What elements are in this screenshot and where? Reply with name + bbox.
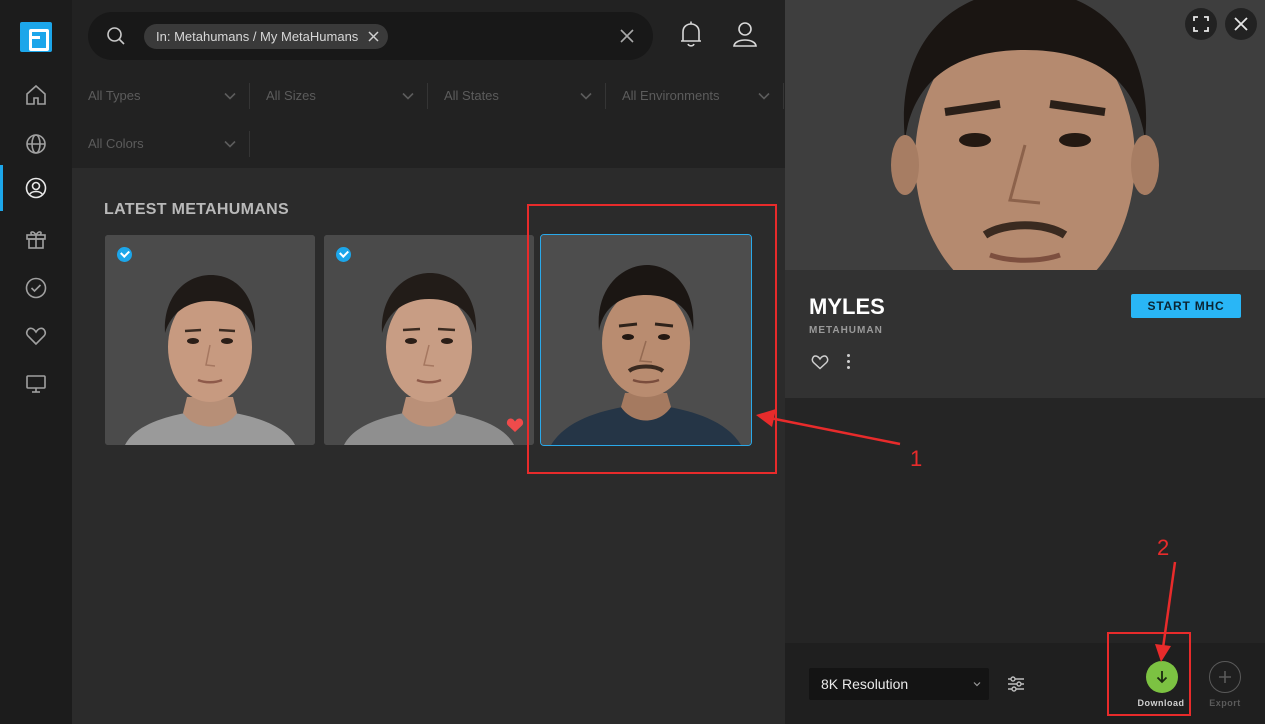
chevron-down-icon bbox=[224, 140, 236, 148]
metahuman-portrait bbox=[785, 0, 1265, 270]
chevron-down-icon bbox=[402, 92, 414, 100]
close-icon bbox=[1234, 17, 1248, 31]
export-button[interactable] bbox=[1209, 661, 1241, 693]
chevron-down-icon bbox=[973, 682, 981, 687]
heart-icon bbox=[25, 327, 47, 346]
check-circle-icon bbox=[25, 277, 47, 299]
metahuman-thumbnail bbox=[105, 235, 315, 445]
fullscreen-button[interactable] bbox=[1185, 8, 1217, 40]
filter-divider bbox=[605, 83, 606, 109]
filter-types-label: All Types bbox=[88, 88, 141, 103]
metahuman-name: MYLES bbox=[809, 294, 885, 319]
sidebar-item-desktop[interactable] bbox=[0, 361, 72, 407]
download-bar: 8K Resolution Download Export bbox=[785, 643, 1265, 724]
detail-panel: MYLES METAHUMAN START MHC 8K Resolution … bbox=[785, 0, 1265, 724]
filter-colors-label: All Colors bbox=[88, 136, 144, 151]
filter-types[interactable]: All Types bbox=[88, 82, 248, 110]
user-circle-icon bbox=[25, 177, 47, 199]
asset-type-label: METAHUMAN bbox=[809, 325, 883, 336]
annotation-label-1: 1 bbox=[910, 446, 923, 471]
gift-icon bbox=[26, 231, 46, 249]
metahuman-preview bbox=[785, 0, 1265, 270]
resolution-select[interactable]: 8K Resolution bbox=[809, 668, 989, 700]
account-icon[interactable] bbox=[732, 20, 758, 48]
home-icon bbox=[26, 84, 46, 105]
header: In: Metahumans / My MetaHumans All Types… bbox=[72, 0, 785, 168]
filter-sizes[interactable]: All Sizes bbox=[266, 82, 426, 110]
globe-icon bbox=[26, 134, 46, 154]
chevron-down-icon bbox=[758, 92, 770, 100]
sidebar-item-favorites[interactable] bbox=[0, 313, 72, 359]
favorite-heart-icon[interactable] bbox=[506, 417, 524, 433]
close-icon[interactable] bbox=[367, 30, 380, 43]
filter-environments[interactable]: All Environments bbox=[622, 82, 782, 110]
metahuman-card[interactable] bbox=[324, 235, 534, 445]
app-logo-icon[interactable] bbox=[20, 22, 52, 52]
fullscreen-icon bbox=[1193, 16, 1209, 32]
sidebar-item-gift[interactable] bbox=[0, 216, 72, 262]
annotation-label-2: 2 bbox=[1157, 535, 1170, 560]
resolution-select-value: 8K Resolution bbox=[821, 676, 909, 692]
search-filter-chip[interactable]: In: Metahumans / My MetaHumans bbox=[144, 24, 389, 49]
chevron-down-icon bbox=[580, 92, 592, 100]
more-options-icon[interactable] bbox=[847, 354, 851, 370]
search-bar[interactable]: In: Metahumans / My MetaHumans bbox=[88, 12, 653, 60]
annotation-box-2 bbox=[1107, 632, 1191, 716]
filter-divider bbox=[249, 131, 250, 157]
settings-sliders-icon[interactable] bbox=[1007, 675, 1025, 693]
filter-sizes-label: All Sizes bbox=[266, 88, 316, 103]
filter-divider bbox=[427, 83, 428, 109]
start-mhc-button[interactable]: START MHC bbox=[1131, 294, 1241, 318]
favorite-icon[interactable] bbox=[811, 354, 829, 370]
filter-colors[interactable]: All Colors bbox=[88, 130, 248, 158]
bell-icon[interactable] bbox=[678, 20, 704, 48]
export-label: Export bbox=[1209, 698, 1241, 708]
sidebar-item-globe[interactable] bbox=[0, 121, 72, 167]
metahuman-info: MYLES METAHUMAN START MHC bbox=[785, 270, 1265, 398]
filter-states[interactable]: All States bbox=[444, 82, 604, 110]
sidebar bbox=[0, 0, 72, 724]
chevron-down-icon bbox=[224, 92, 236, 100]
close-panel-button[interactable] bbox=[1225, 8, 1257, 40]
section-title: LATEST METAHUMANS bbox=[104, 201, 289, 218]
app-window: In: Metahumans / My MetaHumans All Types… bbox=[0, 0, 1265, 724]
annotation-box-1 bbox=[527, 204, 777, 474]
metahuman-card[interactable] bbox=[105, 235, 315, 445]
monitor-icon bbox=[26, 375, 46, 393]
clear-search-icon[interactable] bbox=[619, 28, 635, 44]
sidebar-item-my-metahumans[interactable] bbox=[0, 165, 72, 211]
plus-icon bbox=[1219, 671, 1231, 683]
filter-states-label: All States bbox=[444, 88, 499, 103]
filter-divider bbox=[783, 83, 784, 109]
downloaded-check-icon bbox=[336, 247, 351, 262]
search-filter-chip-label: In: Metahumans / My MetaHumans bbox=[156, 29, 359, 44]
search-icon bbox=[107, 27, 125, 45]
sidebar-item-home[interactable] bbox=[0, 72, 72, 118]
downloaded-check-icon bbox=[117, 247, 132, 262]
sidebar-item-completed[interactable] bbox=[0, 265, 72, 311]
metahuman-thumbnail bbox=[324, 235, 534, 445]
filter-divider bbox=[249, 83, 250, 109]
filter-environments-label: All Environments bbox=[622, 88, 720, 103]
